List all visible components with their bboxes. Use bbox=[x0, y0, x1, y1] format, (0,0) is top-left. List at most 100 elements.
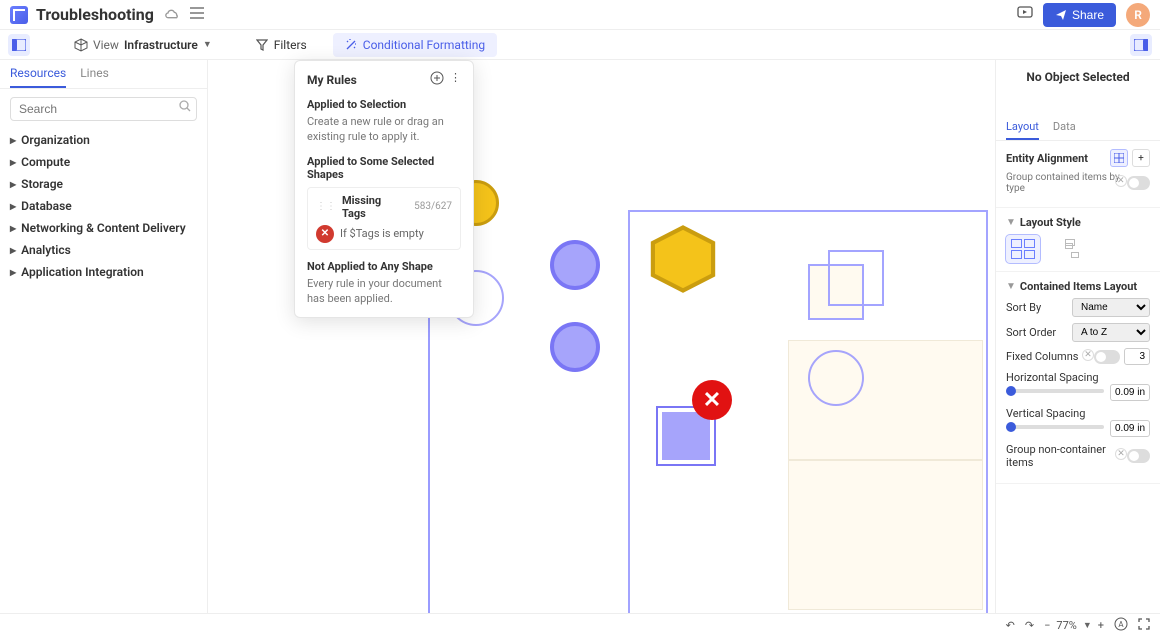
chevron-right-icon: ▶ bbox=[10, 224, 16, 233]
shape-square-outline[interactable] bbox=[828, 250, 884, 306]
filter-icon bbox=[256, 39, 268, 51]
tree-item-database[interactable]: ▶ Database bbox=[6, 195, 201, 217]
user-avatar[interactable]: R bbox=[1126, 3, 1150, 27]
cube-icon bbox=[74, 38, 88, 52]
filters-button[interactable]: Filters bbox=[246, 35, 317, 55]
document-title: Troubleshooting bbox=[36, 5, 154, 24]
tree-label: Networking & Content Delivery bbox=[21, 221, 186, 235]
applied-some-title: Applied to Some Selected Shapes bbox=[307, 155, 461, 181]
collapse-icon[interactable]: ▼ bbox=[1006, 281, 1016, 292]
chevron-right-icon: ▶ bbox=[10, 202, 16, 211]
sort-order-label: Sort Order bbox=[1006, 326, 1056, 339]
group-by-type-toggle[interactable] bbox=[1127, 176, 1150, 190]
sort-by-select[interactable]: Name bbox=[1072, 298, 1150, 317]
app-logo-icon bbox=[10, 6, 28, 24]
contained-title: Contained Items Layout bbox=[1020, 280, 1150, 293]
chevron-right-icon: ▶ bbox=[10, 158, 16, 167]
hspacing-label: Horizontal Spacing bbox=[1006, 371, 1150, 384]
more-icon[interactable]: ⋮ bbox=[450, 71, 461, 88]
shape-circle-purple[interactable] bbox=[550, 322, 600, 372]
rule-count: 583/627 bbox=[414, 201, 452, 212]
zoom-out-icon[interactable]: − bbox=[1044, 619, 1050, 632]
tree-item-organization[interactable]: ▶Organization bbox=[6, 129, 201, 151]
tree-item-storage[interactable]: ▶ Storage bbox=[6, 173, 201, 195]
entity-alignment-desc: Group contained items by type bbox=[1006, 172, 1127, 194]
conditional-formatting-button[interactable]: Conditional Formatting bbox=[333, 33, 497, 57]
fixed-columns-label: Fixed Columns bbox=[1006, 350, 1078, 363]
align-grid-icon[interactable] bbox=[1110, 149, 1128, 167]
rp-tab-data[interactable]: Data bbox=[1053, 120, 1076, 140]
layout-option-tree[interactable] bbox=[1060, 235, 1094, 263]
applied-selection-desc: Create a new rule or drag an existing ru… bbox=[307, 114, 461, 145]
rule-condition: If $Tags is empty bbox=[340, 227, 424, 240]
filters-label: Filters bbox=[274, 38, 307, 52]
layout-option-grid[interactable] bbox=[1006, 235, 1040, 263]
chevron-right-icon: ▶ bbox=[10, 246, 16, 255]
hspacing-slider[interactable] bbox=[1006, 389, 1104, 393]
not-applied-title: Not Applied to Any Shape bbox=[307, 260, 461, 273]
tree-item-compute[interactable]: ▶ Compute bbox=[6, 151, 201, 173]
tree-item-networking[interactable]: ▶ Networking & Content Delivery bbox=[6, 217, 201, 239]
right-panel-toggle-icon[interactable] bbox=[1130, 34, 1152, 56]
share-icon bbox=[1055, 9, 1067, 21]
wand-icon bbox=[345, 39, 357, 51]
zoom-level[interactable]: 77% bbox=[1056, 619, 1076, 632]
search-icon[interactable] bbox=[179, 100, 191, 116]
shape-square-purple[interactable] bbox=[662, 412, 710, 460]
add-rule-icon[interactable] bbox=[430, 71, 444, 88]
tree-label: Analytics bbox=[21, 243, 71, 257]
left-panel-toggle-icon[interactable] bbox=[8, 34, 30, 56]
shape-circle-outline[interactable] bbox=[808, 350, 864, 406]
undo-icon[interactable]: ↶ bbox=[1006, 619, 1015, 632]
tree-label: Compute bbox=[21, 155, 70, 169]
chevron-right-icon: ▶ bbox=[10, 180, 16, 189]
tree-item-app-integration[interactable]: ▶Application Integration bbox=[6, 261, 201, 283]
shape-circle-purple[interactable] bbox=[550, 240, 600, 290]
sub-container[interactable] bbox=[788, 460, 983, 610]
fixed-columns-input[interactable] bbox=[1124, 348, 1150, 365]
hspacing-input[interactable] bbox=[1110, 384, 1150, 401]
sort-order-select[interactable]: A to Z bbox=[1072, 323, 1150, 342]
svg-text:A: A bbox=[1118, 620, 1124, 629]
rule-name: Missing Tags bbox=[342, 194, 404, 220]
chevron-down-icon[interactable]: ▼ bbox=[1083, 620, 1092, 631]
vspacing-label: Vertical Spacing bbox=[1006, 407, 1150, 420]
cloud-sync-icon[interactable] bbox=[164, 7, 180, 23]
chevron-down-icon: ▼ bbox=[203, 39, 212, 50]
rule-card[interactable]: ⋮⋮ Missing Tags 583/627 ✕ If $Tags is em… bbox=[307, 187, 461, 250]
fixed-columns-toggle[interactable] bbox=[1094, 350, 1120, 364]
menu-icon[interactable] bbox=[190, 7, 204, 23]
zoom-in-icon[interactable]: + bbox=[1098, 619, 1104, 632]
group-nc-label: Group non-container items bbox=[1006, 443, 1121, 469]
collapse-icon[interactable]: ▼ bbox=[1006, 217, 1016, 228]
tree-label: Storage bbox=[21, 177, 63, 191]
sort-by-label: Sort By bbox=[1006, 301, 1041, 314]
chevron-right-icon: ▶ bbox=[10, 268, 16, 277]
rules-title: My Rules bbox=[307, 73, 357, 87]
rp-tab-layout[interactable]: Layout bbox=[1006, 120, 1039, 140]
rules-panel: My Rules ⋮ Applied to Selection Create a… bbox=[294, 60, 474, 318]
error-effect-icon: ✕ bbox=[316, 225, 334, 243]
fullscreen-icon[interactable] bbox=[1138, 618, 1150, 633]
present-icon[interactable] bbox=[1017, 6, 1033, 24]
search-input[interactable] bbox=[10, 97, 197, 121]
not-applied-desc: Every rule in your document has been app… bbox=[307, 276, 461, 307]
group-nc-toggle[interactable] bbox=[1127, 449, 1150, 463]
tree-label: Database bbox=[21, 199, 72, 213]
inspector-title: No Object Selected bbox=[996, 60, 1160, 94]
sidebar-tab-lines[interactable]: Lines bbox=[80, 66, 109, 88]
vspacing-slider[interactable] bbox=[1006, 425, 1104, 429]
tree-item-analytics[interactable]: ▶ Analytics bbox=[6, 239, 201, 261]
entity-alignment-title: Entity Alignment bbox=[1006, 152, 1088, 165]
view-selector[interactable]: View Infrastructure ▼ bbox=[66, 35, 220, 55]
redo-icon[interactable]: ↷ bbox=[1025, 619, 1034, 632]
share-button[interactable]: Share bbox=[1043, 3, 1116, 27]
chevron-right-icon: ▶ bbox=[10, 136, 16, 145]
drag-handle-icon[interactable]: ⋮⋮ bbox=[316, 201, 336, 212]
accessibility-icon[interactable]: A bbox=[1114, 617, 1128, 634]
cond-fmt-label: Conditional Formatting bbox=[363, 38, 485, 52]
vspacing-input[interactable] bbox=[1110, 420, 1150, 437]
align-add-icon[interactable]: + bbox=[1132, 149, 1150, 167]
sidebar-tab-resources[interactable]: Resources bbox=[10, 66, 66, 88]
shape-hexagon-yellow[interactable] bbox=[648, 224, 718, 294]
